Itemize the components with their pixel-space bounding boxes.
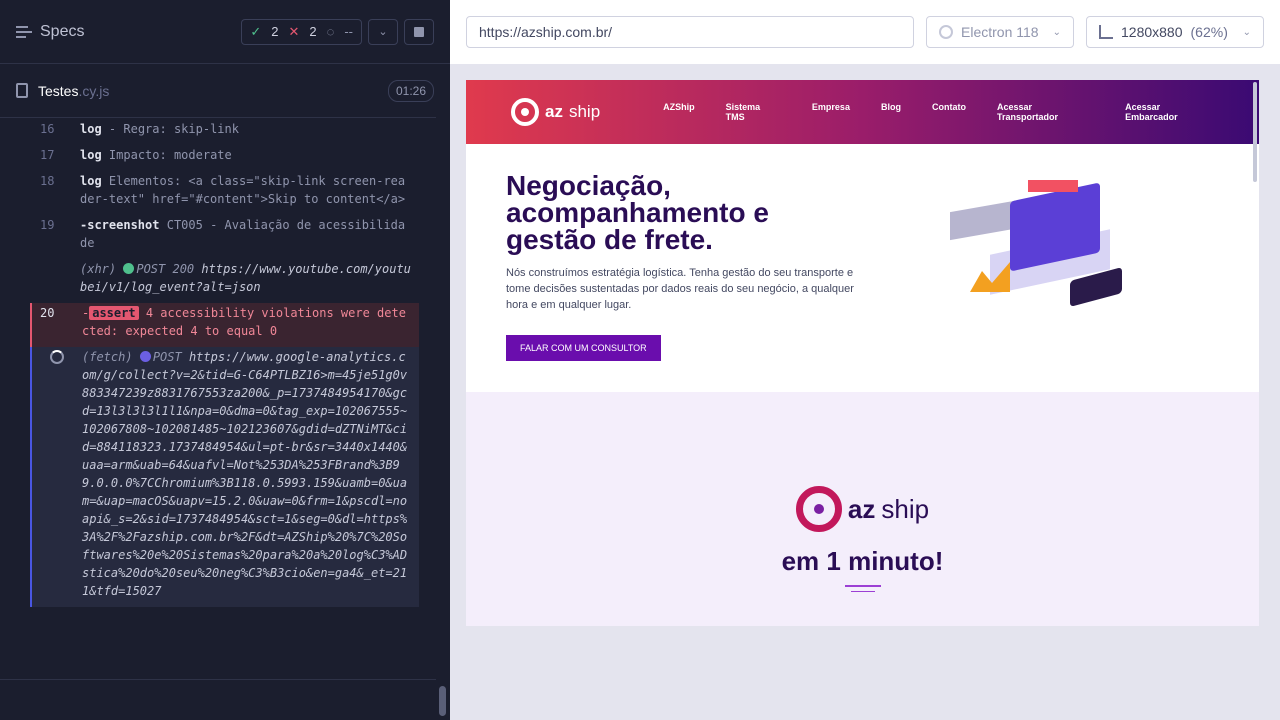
log-message: Impacto: moderate bbox=[108, 148, 232, 162]
log-row-number: 20 bbox=[40, 306, 55, 320]
azship-logo-icon bbox=[511, 98, 539, 126]
fetch-method: POST bbox=[152, 350, 182, 364]
stop-icon bbox=[414, 26, 424, 37]
spec-file-name: Testes bbox=[38, 82, 79, 99]
passed-count: 2 bbox=[271, 24, 279, 39]
site-header: az ship AZShip Sistema TMS Empresa Blog C… bbox=[466, 80, 1259, 144]
site-logo[interactable]: az ship bbox=[511, 98, 600, 126]
menu-icon bbox=[16, 25, 32, 38]
run-timer: 01:26 bbox=[387, 79, 434, 102]
chevron-down-icon: ⌄ bbox=[378, 26, 388, 38]
check-icon: ✓ bbox=[250, 23, 262, 39]
log-row-number: 19 bbox=[40, 218, 55, 232]
browser-selector[interactable]: Electron 118 ⌄ bbox=[926, 16, 1074, 48]
section-title: em 1 minuto! bbox=[781, 546, 944, 576]
log-row-number: 16 bbox=[40, 122, 55, 136]
viewport-selector[interactable]: 1280x880 (62%) ⌄ bbox=[1086, 16, 1264, 48]
log-command: log bbox=[80, 122, 102, 136]
run-stats: ✓ 2 ✕ 2 ◌ -- ⌄ bbox=[241, 18, 434, 45]
log-row[interactable]: 19 -screenshot CT005 - Avaliação de aces… bbox=[30, 215, 419, 259]
nav-sistema-tms[interactable]: Sistema TMS bbox=[726, 102, 781, 122]
azship-logo-icon bbox=[795, 486, 842, 532]
hero-title: Negociação, acompanhamento e gestão de f… bbox=[506, 170, 769, 255]
nav-blog[interactable]: Blog bbox=[881, 102, 901, 122]
specs-header: Specs ✓ 2 ✕ 2 ◌ -- ⌄ bbox=[0, 0, 450, 64]
pending-count: -- bbox=[344, 24, 353, 39]
aut-iframe[interactable]: az ship AZShip Sistema TMS Empresa Blog C… bbox=[466, 80, 1259, 626]
log-row[interactable]: 16 log - Regra: skip-link bbox=[30, 119, 419, 145]
log-row[interactable]: 18 log Elementos: <a class="skip-link sc… bbox=[30, 171, 419, 215]
chevron-down-icon: ⌄ bbox=[1242, 26, 1251, 38]
scroll-thumb[interactable] bbox=[439, 686, 446, 716]
preview-toolbar: https://azship.com.br/ Electron 118 ⌄ 12… bbox=[450, 0, 1280, 64]
chevron-down-button[interactable]: ⌄ bbox=[368, 18, 398, 45]
log-command: log bbox=[80, 148, 102, 162]
x-icon: ✕ bbox=[288, 23, 300, 39]
logo-light: ship bbox=[568, 102, 601, 121]
iframe-scrollbar[interactable] bbox=[1253, 82, 1257, 182]
spec-file-ext: .cy.js bbox=[78, 82, 110, 99]
video-section: az ship em 1 minuto! bbox=[466, 392, 1259, 626]
viewport-size: 1280x880 bbox=[1121, 24, 1183, 40]
hero-section: Negociação, acompanhamento e gestão de f… bbox=[466, 144, 1259, 392]
cta-button[interactable]: FALAR COM UM CONSULTOR bbox=[506, 335, 661, 361]
url-bar[interactable]: https://azship.com.br/ bbox=[466, 16, 914, 48]
success-dot-icon bbox=[123, 263, 135, 274]
nav-contato[interactable]: Contato bbox=[932, 102, 966, 122]
fetch-url: https://www.google-analytics.com/g/colle… bbox=[82, 350, 408, 598]
xhr-kind: (xhr) bbox=[80, 262, 117, 276]
fetch-row[interactable]: (fetch) POST https://www.google-analytic… bbox=[30, 347, 419, 607]
log-scrollbar[interactable] bbox=[436, 64, 450, 720]
nav-acessar-transportador[interactable]: Acessar Transportador bbox=[997, 102, 1094, 122]
fetch-kind: (fetch) bbox=[82, 350, 133, 364]
specs-title: Specs bbox=[40, 22, 85, 40]
logo-bold: az bbox=[545, 102, 563, 121]
viewport-icon bbox=[1099, 25, 1113, 39]
log-command: -screenshot bbox=[80, 218, 160, 232]
xhr-row[interactable]: (xhr) POST 200 https://www.youtube.com/y… bbox=[30, 259, 419, 303]
spinner-icon bbox=[50, 350, 64, 364]
divider bbox=[844, 585, 881, 587]
nav-acessar-embarcador[interactable]: Acessar Embarcador bbox=[1125, 102, 1214, 122]
stop-button[interactable] bbox=[404, 18, 434, 45]
assert-row[interactable]: 20 - assert 4 accessibility violations we… bbox=[30, 303, 419, 347]
command-log: 16 log - Regra: skip-link 17 log Impacto… bbox=[30, 119, 419, 667]
chevron-down-icon: ⌄ bbox=[1052, 26, 1061, 38]
nav-empresa[interactable]: Empresa bbox=[812, 102, 850, 122]
zoom-level: (62%) bbox=[1190, 24, 1228, 40]
specs-toggle[interactable]: Specs bbox=[16, 23, 84, 41]
file-icon bbox=[16, 83, 28, 98]
stats-box: ✓ 2 ✕ 2 ◌ -- bbox=[241, 18, 362, 45]
nav-azship[interactable]: AZShip bbox=[663, 102, 695, 122]
hero-subtitle: Nós construímos estratégia logística. Te… bbox=[506, 267, 854, 311]
failed-count: 2 bbox=[309, 24, 317, 39]
assert-badge: assert bbox=[89, 306, 139, 320]
electron-icon bbox=[939, 25, 953, 39]
log-row-number: 17 bbox=[40, 148, 55, 162]
log-row-number: 18 bbox=[40, 174, 55, 188]
section-logo: az ship bbox=[795, 486, 929, 532]
app-preview-panel: https://azship.com.br/ Electron 118 ⌄ 12… bbox=[450, 0, 1280, 720]
browser-name: Electron 118 bbox=[961, 24, 1039, 40]
log-command: log bbox=[80, 174, 102, 188]
hero-illustration bbox=[950, 172, 1150, 332]
pending-dot-icon bbox=[139, 351, 151, 362]
log-message: Elementos: <a class="skip-link screen-re… bbox=[80, 174, 406, 206]
log-row[interactable]: 17 log Impacto: moderate bbox=[30, 145, 419, 171]
xhr-method: POST 200 bbox=[136, 262, 195, 276]
site-nav: AZShip Sistema TMS Empresa Blog Contato … bbox=[663, 102, 1214, 122]
pending-icon: ◌ bbox=[326, 24, 335, 39]
log-message: - Regra: skip-link bbox=[108, 122, 239, 136]
spec-file-row[interactable]: Testes .cy.js 01:26 bbox=[0, 64, 450, 118]
command-log-panel: Specs ✓ 2 ✕ 2 ◌ -- ⌄ Testes .cy.js 01:26… bbox=[0, 0, 450, 720]
